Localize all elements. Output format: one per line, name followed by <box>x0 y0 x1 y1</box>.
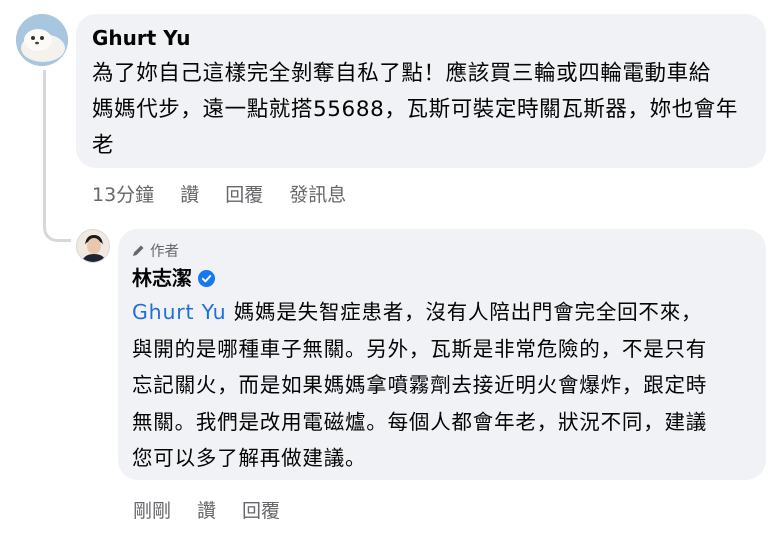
verified-badge-icon <box>198 269 215 287</box>
commenter-avatar[interactable] <box>16 14 68 66</box>
comment-actions: 13分鐘 讚 回覆 發訊息 <box>92 180 372 207</box>
comment-timestamp[interactable]: 13分鐘 <box>92 180 154 207</box>
author-badge-label: 作者 <box>150 243 179 260</box>
reply-timestamp[interactable]: 剛剛 <box>133 496 171 523</box>
reply-thread-connector <box>43 70 71 242</box>
comment-text: 為了妳自己這樣完全剝奪自私了點！應該買三輪或四輪電動車給 媽媽代步，遠一點就搭5… <box>92 61 738 158</box>
comment-bubble: Ghurt Yu 為了妳自己這樣完全剝奪自私了點！應該買三輪或四輪電動車給 媽媽… <box>76 14 766 168</box>
reply-actions: 剛剛 讚 回覆 <box>133 496 306 523</box>
reply-like-button[interactable]: 讚 <box>197 496 216 523</box>
mention-link[interactable]: Ghurt Yu <box>132 300 226 324</box>
reply-bubble: 作者 林志潔 Ghurt Yu 媽媽是失智症患者，沒有人陪出門會完全回不來， 與… <box>118 229 766 480</box>
comment-message-button[interactable]: 發訊息 <box>289 180 346 207</box>
pencil-icon <box>133 245 144 256</box>
comment-reply-button[interactable]: 回覆 <box>225 180 263 207</box>
comment-author-name[interactable]: Ghurt Yu <box>92 24 750 52</box>
author-badge: 作者 <box>132 240 752 260</box>
comment-like-button[interactable]: 讚 <box>180 180 199 207</box>
reply-author-name[interactable]: 林志潔 <box>132 264 192 292</box>
reply-text: Ghurt Yu 媽媽是失智症患者，沒有人陪出門會完全回不來， 與開的是哪種車子… <box>132 294 752 477</box>
reply-text-body: 媽媽是失智症患者，沒有人陪出門會完全回不來， 與開的是哪種車子無關。另外，瓦斯是… <box>132 300 708 470</box>
reply-reply-button[interactable]: 回覆 <box>242 496 280 523</box>
reply-author-avatar[interactable] <box>76 229 110 263</box>
